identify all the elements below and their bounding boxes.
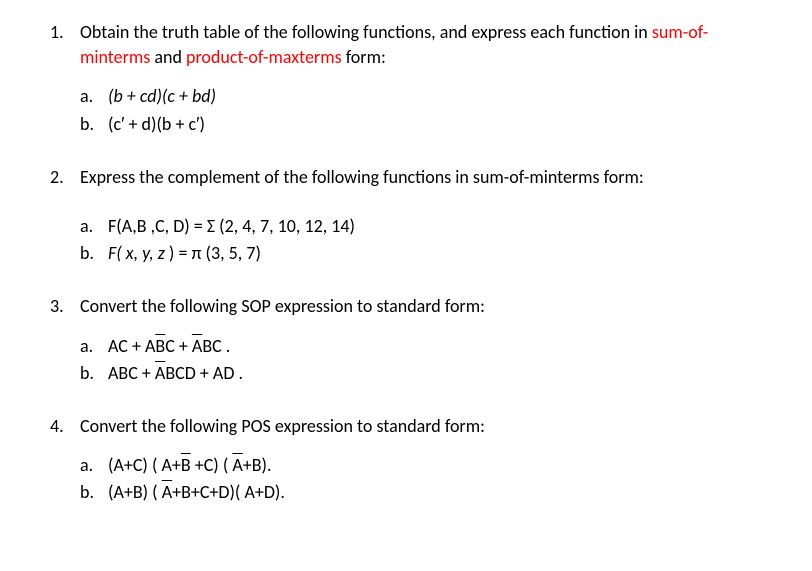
q3-b-p2: A xyxy=(155,362,165,384)
q4-a-letter: a. xyxy=(80,453,108,478)
q4-number: 4. xyxy=(50,414,80,439)
q3-b-p3: BCD + AD . xyxy=(165,362,243,384)
q1-a-letter: a. xyxy=(80,84,108,109)
q3-number: 3. xyxy=(50,294,80,319)
q4-b-text: (A+B) ( A+B+C+D)( A+D). xyxy=(108,480,285,505)
q3-a-p5: BC . xyxy=(202,335,230,357)
q2-b-letter: b. xyxy=(80,241,108,266)
q2-number: 2. xyxy=(50,165,80,190)
q4-a-p2: B xyxy=(181,454,191,476)
q1-item-b: b. (c′ + d)(b + c′) xyxy=(80,112,762,137)
q4-item-a: a. (A+C) ( A+B +C) ( A+B). xyxy=(80,453,762,478)
q1-text-end: form: xyxy=(342,46,386,68)
q2-item-a: a. F(A,B ,C, D) = Σ (2, 4, 7, 10, 12, 14… xyxy=(80,214,762,239)
q3-b-letter: b. xyxy=(80,361,108,386)
q4-a-p1: (A+C) ( A+ xyxy=(108,454,181,476)
q1-b-letter: b. xyxy=(80,112,108,137)
q4-text: Convert the following POS expression to … xyxy=(80,414,762,439)
q4-a-p3: +C) ( xyxy=(191,454,233,476)
q4-b-p1: (A+B) ( xyxy=(108,481,162,503)
q1-number: 1. xyxy=(50,20,80,70)
q3-a-text: AC + ABC + ABC . xyxy=(108,334,230,359)
q1-text-mid: and xyxy=(150,46,186,68)
q1-b-text: (c′ + d)(b + c′) xyxy=(108,112,205,137)
q3-a-p4: A xyxy=(192,335,202,357)
q4-b-p3: +B+C+D)( A+D). xyxy=(172,481,285,503)
q3-text: Convert the following SOP expression to … xyxy=(80,294,762,319)
q4-a-p4: A xyxy=(232,454,242,476)
q4-item-b: b. (A+B) ( A+B+C+D)( A+D). xyxy=(80,480,762,505)
q2-b-suffix: ) = π (3, 5, 7) xyxy=(165,242,261,264)
q3-b-p1: ABC + xyxy=(108,362,155,384)
q4-b-p2: A xyxy=(162,481,172,503)
q1-a-text: (b + cd)(c + bd) xyxy=(108,84,216,109)
q2-text: Express the complement of the following … xyxy=(80,165,762,190)
q3-a-p3: C + xyxy=(165,335,192,357)
q4-a-p5: +B). xyxy=(243,454,272,476)
question-4-main: 4. Convert the following POS expression … xyxy=(50,414,762,439)
question-3: 3. Convert the following SOP expression … xyxy=(50,294,762,386)
q1-text-p1: Obtain the truth table of the following … xyxy=(80,21,652,43)
q3-a-letter: a. xyxy=(80,334,108,359)
q3-a-p1: AC + A xyxy=(108,335,155,357)
question-1-main: 1. Obtain the truth table of the followi… xyxy=(50,20,762,70)
q2-a-text: F(A,B ,C, D) = Σ (2, 4, 7, 10, 12, 14) xyxy=(108,214,355,239)
q2-item-b: b. F( x, y, z ) = π (3, 5, 7) xyxy=(80,241,762,266)
q3-item-a: a. AC + ABC + ABC . xyxy=(80,334,762,359)
q1-red2: product-of-maxterms xyxy=(186,46,342,68)
q2-b-text: F( x, y, z ) = π (3, 5, 7) xyxy=(108,241,261,266)
q3-a-p2: B xyxy=(155,335,165,357)
q4-a-text: (A+C) ( A+B +C) ( A+B). xyxy=(108,453,272,478)
q3-item-b: b. ABC + ABCD + AD . xyxy=(80,361,762,386)
question-2-main: 2. Express the complement of the followi… xyxy=(50,165,762,190)
q2-a-letter: a. xyxy=(80,214,108,239)
q4-b-letter: b. xyxy=(80,480,108,505)
question-3-main: 3. Convert the following SOP expression … xyxy=(50,294,762,319)
question-1: 1. Obtain the truth table of the followi… xyxy=(50,20,762,137)
question-2: 2. Express the complement of the followi… xyxy=(50,165,762,267)
q1-text: Obtain the truth table of the following … xyxy=(80,20,762,70)
q3-b-text: ABC + ABCD + AD . xyxy=(108,361,243,386)
q1-item-a: a. (b + cd)(c + bd) xyxy=(80,84,762,109)
question-4: 4. Convert the following POS expression … xyxy=(50,414,762,506)
q2-b-prefix: F( x, y, z xyxy=(108,242,165,264)
